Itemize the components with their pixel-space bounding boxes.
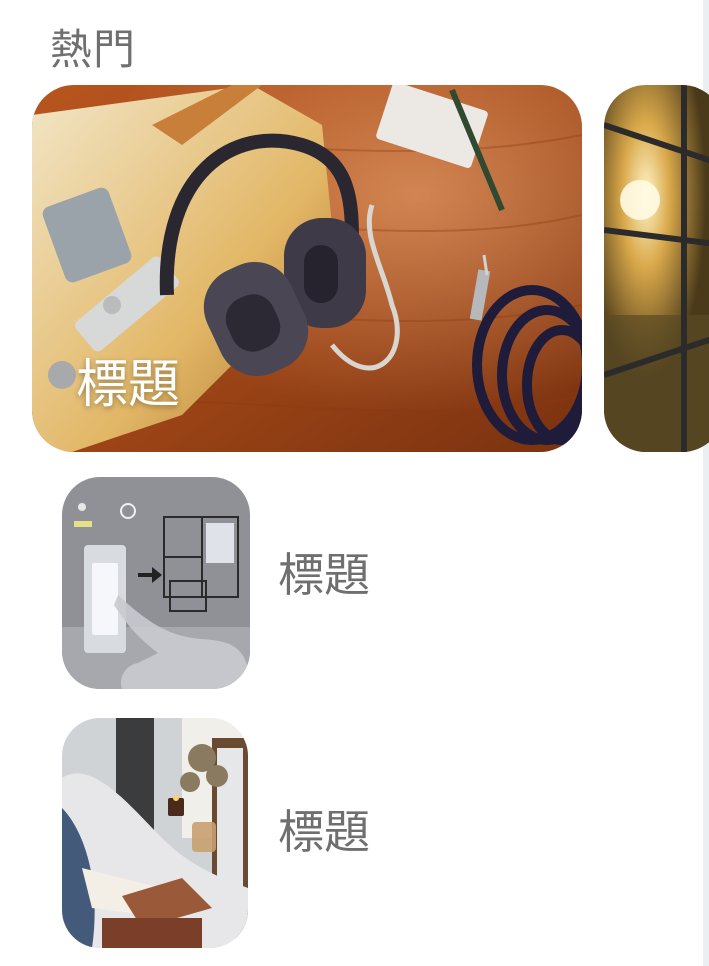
list-item-title: 標題 (278, 548, 370, 602)
featured-title: 標題 (76, 355, 181, 415)
list-item-title: 標題 (278, 805, 370, 859)
light-switch-floorplan-image (62, 477, 250, 689)
bed-books-candle-image (62, 718, 248, 948)
list-item[interactable]: 標題 (62, 477, 502, 689)
next-featured-card[interactable] (604, 85, 709, 452)
section-title: 熱門 (50, 25, 137, 74)
screen: 熱門 標題 標題 標題 (0, 0, 709, 966)
list-item[interactable]: 標題 (62, 718, 502, 948)
list-item-thumbnail (62, 477, 250, 689)
featured-card[interactable]: 標題 (32, 85, 582, 452)
restaurant-window-image (604, 85, 709, 452)
list-item-thumbnail (62, 718, 248, 948)
